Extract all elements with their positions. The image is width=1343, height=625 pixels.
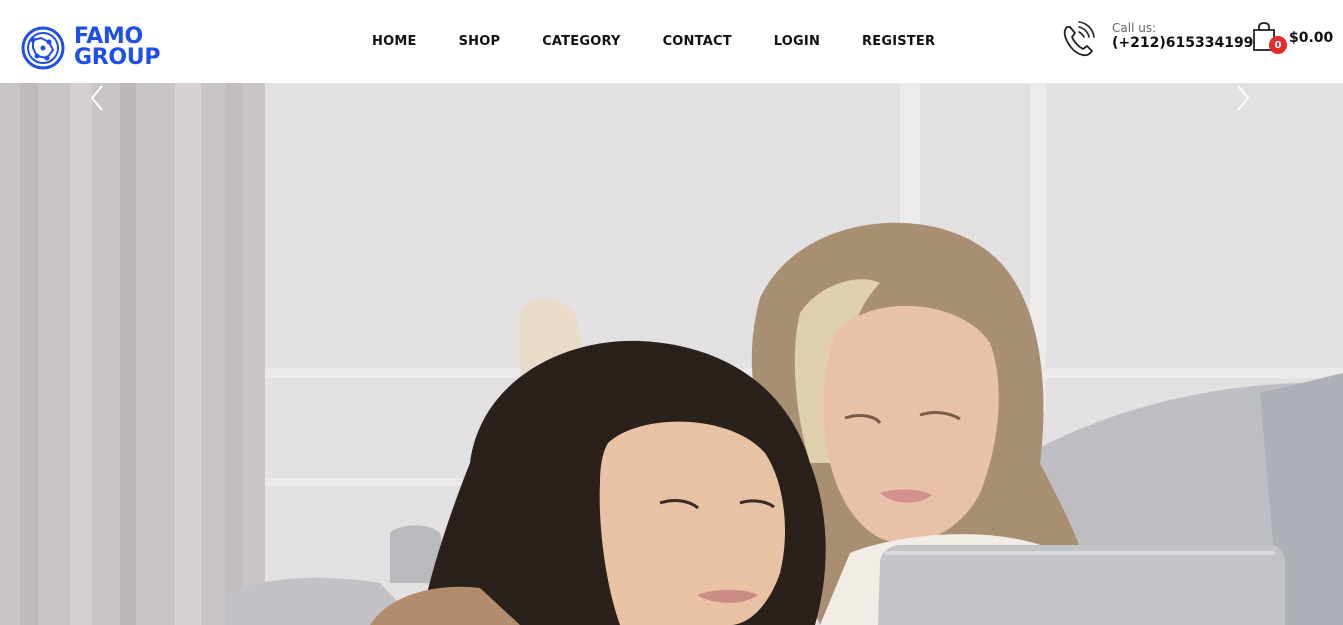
phone-icon: [1063, 21, 1095, 57]
cart-button[interactable]: 0 $0.00: [1252, 22, 1337, 54]
call-label: Call us:: [1112, 21, 1157, 35]
brand-logo[interactable]: FAMO GROUP: [21, 26, 171, 72]
laptop: [878, 545, 1285, 625]
chevron-left-icon[interactable]: [85, 83, 109, 113]
woman-left-face: [599, 421, 785, 625]
hero-slider[interactable]: [0, 83, 1343, 625]
logo-line-1: FAMO: [74, 24, 143, 49]
call-us[interactable]: Call us: (+212)615334199: [1059, 19, 1253, 61]
nav-category[interactable]: CATEGORY: [542, 34, 620, 49]
nav-login[interactable]: LOGIN: [774, 34, 820, 49]
nav-home[interactable]: HOME: [372, 34, 417, 49]
hero-image: [0, 83, 1343, 625]
nav-contact[interactable]: CONTACT: [663, 34, 732, 49]
main-nav: HOME SHOP CATEGORY CONTACT LOGIN REGISTE…: [351, 0, 956, 83]
phone-number[interactable]: (+212)615334199: [1112, 35, 1253, 51]
cart-total: $0.00: [1289, 30, 1334, 46]
site-header: FAMO GROUP HOME SHOP CATEGORY CONTACT LO…: [0, 0, 1343, 83]
logo-line-2: GROUP: [74, 45, 161, 70]
nav-shop[interactable]: SHOP: [459, 34, 501, 49]
chevron-right-icon[interactable]: [1231, 83, 1255, 113]
nav-register[interactable]: REGISTER: [862, 34, 935, 49]
logo-globe-icon: [21, 26, 65, 70]
logo-text: FAMO GROUP: [74, 24, 161, 70]
cart-count-badge: 0: [1269, 36, 1287, 54]
